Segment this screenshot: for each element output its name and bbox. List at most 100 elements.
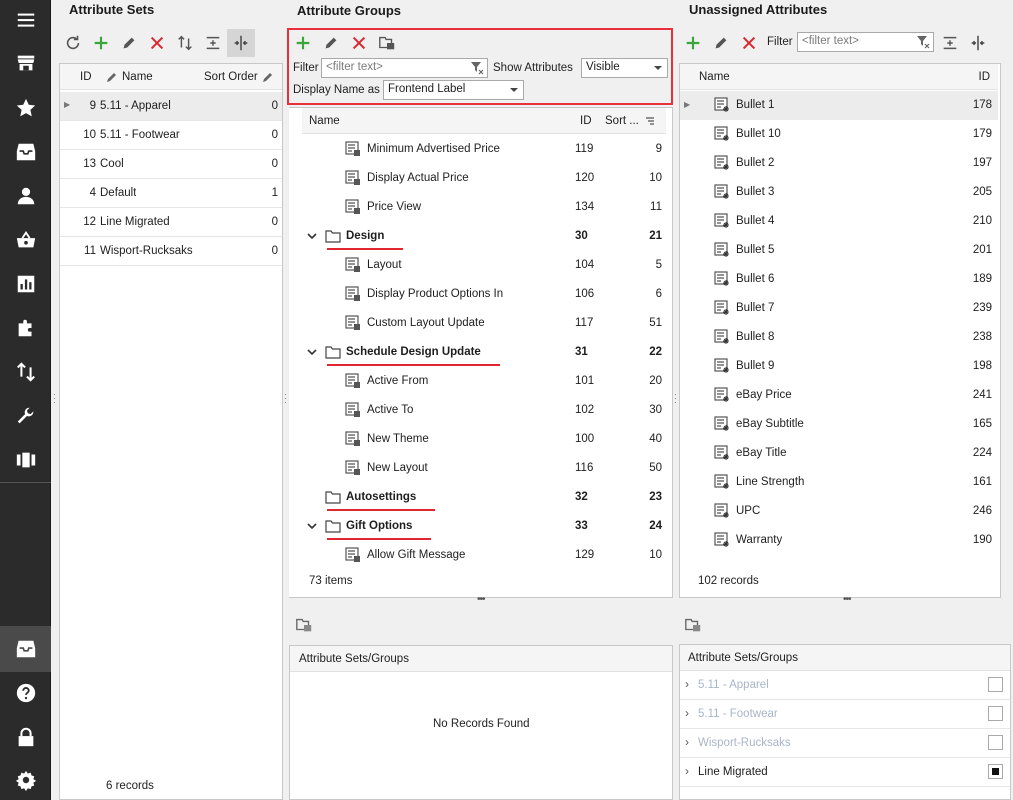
- refresh-button[interactable]: [59, 29, 87, 57]
- store-icon[interactable]: [0, 45, 51, 81]
- column-id[interactable]: ID: [80, 71, 92, 83]
- tree-group-row[interactable]: Gift Options 33 24: [302, 512, 666, 541]
- table-row[interactable]: 13 Cool 0: [60, 150, 282, 179]
- vertical-splitter[interactable]: · · ·: [53, 391, 56, 407]
- tree-attribute-row[interactable]: Layout 104 5: [302, 251, 666, 280]
- table-row[interactable]: eBay Price 241: [680, 381, 998, 410]
- table-row[interactable]: eBay Subtitle 165: [680, 410, 998, 439]
- menu-icon[interactable]: [0, 2, 51, 38]
- column-sort[interactable]: Sort ...: [605, 115, 639, 127]
- table-row[interactable]: 11 Wisport-Rucksaks 0: [60, 237, 282, 266]
- table-row[interactable]: 12 Line Migrated 0: [60, 208, 282, 237]
- tree-attribute-row[interactable]: Allow Gift Message 129 10: [302, 541, 666, 566]
- vertical-splitter[interactable]: · · ·: [284, 391, 287, 407]
- chevron-down-icon[interactable]: [307, 231, 317, 241]
- list-item[interactable]: › 5.11 - Footwear: [680, 700, 1010, 729]
- table-row[interactable]: Line Strength 161: [680, 468, 998, 497]
- tree-attribute-row[interactable]: Active To 102 30: [302, 396, 666, 425]
- table-row[interactable]: Bullet 9 198: [680, 352, 998, 381]
- edit-attribute-button[interactable]: [707, 29, 735, 57]
- table-row[interactable]: 10 5.11 - Footwear 0: [60, 121, 282, 150]
- highlight-underline: [327, 509, 435, 511]
- assign-set-icon[interactable]: [295, 616, 313, 634]
- table-row[interactable]: UPC 246: [680, 497, 998, 526]
- table-row[interactable]: Bullet 4 210: [680, 207, 998, 236]
- table-row[interactable]: 4 Default 1: [60, 179, 282, 208]
- chart-icon[interactable]: [0, 266, 51, 302]
- list-item[interactable]: › Wisport-Rucksaks: [680, 729, 1010, 758]
- row-id: 100: [575, 433, 595, 445]
- tree-attribute-row[interactable]: Display Product Options In 106 6: [302, 280, 666, 309]
- column-name[interactable]: Name: [699, 71, 730, 83]
- tree-attribute-row[interactable]: Display Actual Price 120 10: [302, 164, 666, 193]
- user-icon[interactable]: [0, 178, 51, 214]
- inbox-icon[interactable]: [0, 134, 51, 170]
- help-icon[interactable]: [0, 675, 51, 711]
- assign-set-icon[interactable]: [684, 616, 702, 634]
- chevron-right-icon[interactable]: ›: [685, 677, 689, 691]
- columns-icon[interactable]: [0, 442, 51, 478]
- chevron-right-icon[interactable]: ›: [685, 706, 689, 720]
- table-row[interactable]: Bullet 10 179: [680, 120, 998, 149]
- attribute-id: 205: [972, 186, 992, 198]
- split-view-button[interactable]: [964, 29, 992, 57]
- assign-checkbox[interactable]: [988, 677, 1003, 692]
- vertical-splitter[interactable]: · · ·: [674, 391, 677, 407]
- split-view-button[interactable]: [227, 29, 255, 57]
- table-row[interactable]: eBay Title 224: [680, 439, 998, 468]
- puzzle-icon[interactable]: [0, 310, 51, 346]
- inbox-icon[interactable]: [0, 631, 51, 667]
- table-row[interactable]: Bullet 5 201: [680, 236, 998, 265]
- tree-attribute-row[interactable]: New Layout 116 50: [302, 454, 666, 483]
- assign-checkbox[interactable]: [988, 764, 1003, 779]
- column-sort-order[interactable]: Sort Order: [204, 71, 258, 83]
- tree-attribute-row[interactable]: New Theme 100 40: [302, 425, 666, 454]
- basket-icon[interactable]: [0, 222, 51, 258]
- chevron-down-icon[interactable]: [307, 347, 317, 357]
- splitter-handle[interactable]: •••: [477, 594, 485, 605]
- column-name[interactable]: Name: [309, 115, 340, 127]
- table-row[interactable]: Bullet 7 239: [680, 294, 998, 323]
- table-row[interactable]: Bullet 2 197: [680, 149, 998, 178]
- table-row[interactable]: ▶ Bullet 1 178: [680, 91, 998, 120]
- column-id[interactable]: ID: [979, 71, 991, 83]
- delete-set-button[interactable]: [143, 29, 171, 57]
- gear-icon[interactable]: [0, 762, 51, 798]
- tree-group-row[interactable]: Autosettings 32 23: [302, 483, 666, 512]
- table-row[interactable]: Bullet 6 189: [680, 265, 998, 294]
- tree-attribute-row[interactable]: Price View 134 11: [302, 193, 666, 222]
- sort-arrows-icon[interactable]: [0, 354, 51, 390]
- filter-clear-icon[interactable]: [916, 35, 930, 49]
- column-id[interactable]: ID: [580, 115, 592, 127]
- table-row[interactable]: Bullet 3 205: [680, 178, 998, 207]
- table-row[interactable]: ▶ 9 5.11 - Apparel 0: [60, 92, 282, 121]
- chevron-down-icon[interactable]: [307, 521, 317, 531]
- row-sort: 51: [649, 317, 662, 329]
- splitter-handle[interactable]: •••: [843, 594, 851, 605]
- column-name[interactable]: Name: [122, 71, 153, 83]
- tree-group-row[interactable]: Schedule Design Update 31 22: [302, 338, 666, 367]
- table-row[interactable]: Warranty 190: [680, 526, 998, 555]
- lock-icon[interactable]: [0, 719, 51, 755]
- add-attribute-button[interactable]: [679, 29, 707, 57]
- table-row[interactable]: Bullet 8 238: [680, 323, 998, 352]
- list-item[interactable]: › Line Migrated: [680, 758, 1010, 787]
- chevron-right-icon[interactable]: ›: [685, 764, 689, 778]
- assign-checkbox[interactable]: [988, 735, 1003, 750]
- sort-button[interactable]: [171, 29, 199, 57]
- tree-attribute-row[interactable]: Active From 101 20: [302, 367, 666, 396]
- tree-attribute-row[interactable]: Custom Layout Update 117 51: [302, 309, 666, 338]
- tree-group-row[interactable]: Design 30 21: [302, 222, 666, 251]
- collapse-button[interactable]: [936, 29, 964, 57]
- star-icon[interactable]: [0, 90, 51, 126]
- edit-set-button[interactable]: [115, 29, 143, 57]
- wrench-icon[interactable]: [0, 398, 51, 434]
- add-set-button[interactable]: [87, 29, 115, 57]
- tree-attribute-row[interactable]: Minimum Advertised Price 119 9: [302, 135, 666, 164]
- delete-attribute-button[interactable]: [735, 29, 763, 57]
- chevron-right-icon[interactable]: ›: [685, 735, 689, 749]
- assign-checkbox[interactable]: [988, 706, 1003, 721]
- collapse-button[interactable]: [199, 29, 227, 57]
- list-item[interactable]: › 5.11 - Apparel: [680, 671, 1010, 700]
- unassigned-filter-input[interactable]: <filter text>: [797, 32, 934, 52]
